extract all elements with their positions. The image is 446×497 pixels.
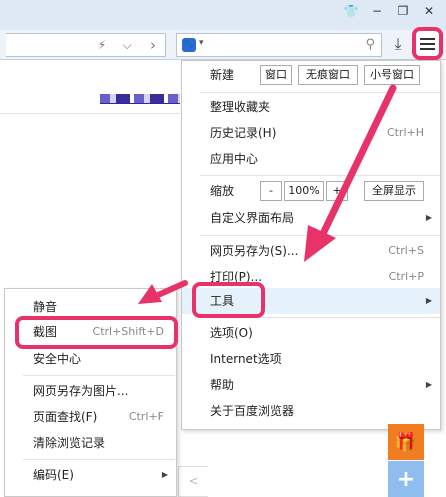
menu-item-bookmarks[interactable]: 整理收藏夹 (182, 94, 440, 120)
submenu-item-find[interactable]: 页面查找(F) Ctrl+F (5, 404, 176, 430)
page-link[interactable] (100, 94, 180, 104)
menu-shortcut: Ctrl+F (128, 410, 164, 423)
menu-separator (23, 459, 175, 460)
menu-item-label: 历史记录(H) (210, 126, 277, 140)
menu-shortcut: Ctrl+H (386, 126, 424, 139)
menu-item-label: 帮助 (210, 378, 235, 392)
new-small-window-button[interactable]: 小号窗口 (364, 65, 420, 85)
submenu-arrow-icon: ▶ (425, 296, 432, 305)
menu-item-label: 应用中心 (210, 152, 259, 166)
address-bar[interactable] (6, 33, 166, 57)
menu-item-save-as[interactable]: 网页另存为(S)... Ctrl+S (182, 238, 440, 264)
submenu-item-security[interactable]: 安全中心 (5, 346, 176, 372)
menu-item-label: 自定义界面布局 (210, 211, 295, 225)
menu-item-label: Internet选项 (210, 352, 282, 366)
screenshot-highlight (15, 316, 178, 349)
menu-item-options[interactable]: 选项(O) (182, 320, 440, 346)
add-icon[interactable]: + (388, 461, 424, 497)
close-button[interactable]: ✕ (416, 0, 442, 22)
scroll-left-button[interactable]: < (178, 466, 208, 497)
new-incognito-button[interactable]: 无痕窗口 (298, 65, 358, 85)
menu-shortcut: Ctrl+S (388, 244, 424, 257)
hamburger-icon (420, 37, 435, 40)
new-label: 新建 (210, 68, 235, 82)
main-menu: 新建 窗口 无痕窗口 小号窗口 整理收藏夹 历史记录(H) Ctrl+H 应用中… (181, 60, 441, 430)
submenu-item-clear-history[interactable]: 清除浏览记录 (5, 430, 176, 456)
submenu-arrow-icon: ▶ (425, 380, 432, 389)
menu-item-customize[interactable]: 自定义界面布局 ▶ (182, 205, 440, 231)
address-dropdown-icon[interactable]: ⌵ (117, 35, 137, 55)
window-controls: 👕 − ❐ ✕ (338, 0, 442, 22)
menu-item-label: 关于百度浏览器 (210, 404, 295, 418)
submenu-item-save-image[interactable]: 网页另存为图片... (5, 378, 176, 404)
menu-new-row: 新建 窗口 无痕窗口 小号窗口 (182, 62, 440, 88)
toolbar: ⚡ ⌵ › 🐾 ▾ ⚲ (0, 30, 446, 60)
menu-item-label: 选项(O) (210, 326, 253, 340)
main-menu-button[interactable] (412, 27, 443, 60)
menu-item-label: 网页另存为(S)... (210, 244, 299, 258)
new-window-button[interactable]: 窗口 (260, 65, 292, 85)
zoom-label: 缩放 (210, 184, 235, 198)
minimize-button[interactable]: − (364, 0, 390, 22)
menu-item-label: 整理收藏夹 (210, 100, 271, 114)
page-divider (0, 113, 180, 114)
forward-icon[interactable]: › (143, 35, 163, 55)
flash-icon[interactable]: ⚡ (92, 35, 112, 55)
submenu-arrow-icon: ▶ (425, 213, 432, 222)
menu-item-about[interactable]: 关于百度浏览器 (182, 398, 440, 424)
menu-item-internet-options[interactable]: Internet选项 (182, 346, 440, 372)
search-engine-caret-icon[interactable]: ▾ (199, 38, 204, 48)
menu-item-label: 清除浏览记录 (33, 436, 106, 450)
search-icon[interactable]: ⚲ (365, 37, 375, 52)
menu-shortcut: Ctrl+P (388, 270, 424, 283)
menu-separator (23, 375, 175, 376)
menu-item-help[interactable]: 帮助 ▶ (182, 372, 440, 398)
title-bar: 👕 − ❐ ✕ (0, 0, 446, 30)
menu-item-app-center[interactable]: 应用中心 (182, 146, 440, 172)
search-box[interactable]: 🐾 ▾ ⚲ (176, 33, 382, 57)
menu-zoom-row: 缩放 - 100% + 全屏显示 (182, 178, 440, 204)
gift-icon[interactable]: 🎁 (388, 424, 424, 460)
menu-item-label: 安全中心 (33, 352, 82, 366)
zoom-in-button[interactable]: + (326, 181, 348, 201)
tools-highlight (192, 282, 265, 318)
menu-separator (200, 175, 440, 176)
download-icon[interactable]: ⤓ (388, 33, 408, 55)
submenu-arrow-icon: ▶ (161, 470, 168, 479)
fullscreen-button[interactable]: 全屏显示 (364, 181, 424, 201)
menu-item-history[interactable]: 历史记录(H) Ctrl+H (182, 120, 440, 146)
search-engine-icon[interactable]: 🐾 (182, 38, 196, 52)
zoom-value: 100% (284, 181, 324, 201)
menu-item-label: 页面查找(F) (33, 410, 98, 424)
menu-item-label: 网页另存为图片... (33, 384, 129, 398)
restore-button[interactable]: ❐ (390, 0, 416, 22)
submenu-item-encoding[interactable]: 编码(E) ▶ (5, 462, 176, 488)
menu-separator (200, 235, 440, 236)
menu-item-label: 编码(E) (33, 468, 74, 482)
zoom-out-button[interactable]: - (260, 181, 282, 201)
menu-separator (200, 92, 440, 93)
skin-icon[interactable]: 👕 (338, 0, 364, 22)
